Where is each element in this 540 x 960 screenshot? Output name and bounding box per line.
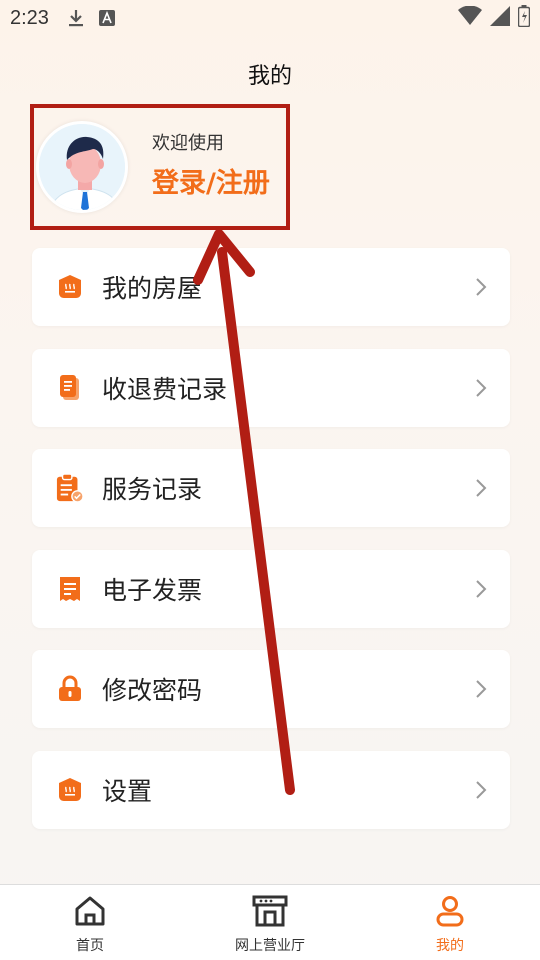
lock-icon (56, 674, 84, 704)
a-box-icon (98, 10, 115, 26)
page-title: 我的 (247, 64, 292, 89)
settings-house-icon (56, 775, 84, 805)
tab-label: 首页 (76, 938, 104, 954)
chevron-right-icon (474, 779, 488, 801)
bottom-tab-bar: 首页 网上营业厅 我的 (0, 884, 540, 960)
chevron-right-icon (474, 377, 488, 399)
annotation-highlight-box (30, 104, 290, 230)
home-icon (73, 895, 107, 931)
chevron-right-icon (474, 578, 488, 600)
signal-icon (490, 5, 510, 31)
menu-item-change-password[interactable]: 修改密码 (32, 650, 510, 728)
menu-item-service-records[interactable]: 服务记录 (32, 449, 510, 527)
tab-label: 我的 (436, 938, 464, 954)
store-icon (252, 895, 288, 931)
menu-list: 我的房屋 收退费记录 服务记录 电子发票 修改密码 设置 (32, 248, 510, 851)
invoice-icon (56, 574, 84, 604)
chevron-right-icon (474, 678, 488, 700)
chevron-right-icon (474, 477, 488, 499)
chevron-right-icon (474, 276, 488, 298)
menu-item-label: 修改密码 (102, 676, 203, 705)
menu-item-label: 设置 (102, 776, 153, 806)
tab-label: 网上营业厅 (235, 938, 305, 954)
menu-item-e-invoice[interactable]: 电子发票 (32, 549, 510, 628)
person-icon (435, 895, 465, 931)
menu-item-label: 电子发票 (102, 575, 203, 605)
download-icon (67, 8, 85, 28)
status-bar: 2:23 (0, 0, 540, 36)
clipboard-check-icon (56, 473, 84, 503)
wifi-icon (458, 5, 482, 31)
menu-item-label: 我的房屋 (102, 274, 203, 303)
menu-item-label: 服务记录 (102, 475, 203, 504)
tab-mine[interactable]: 我的 (360, 885, 540, 960)
menu-item-my-house[interactable]: 我的房屋 (32, 248, 510, 326)
house-icon (56, 272, 84, 302)
receipt-icon (56, 373, 84, 403)
tab-online-hall[interactable]: 网上营业厅 (180, 885, 360, 960)
menu-item-label: 收退费记录 (102, 374, 228, 404)
menu-item-fee-records[interactable]: 收退费记录 (32, 348, 510, 427)
status-time: 2:23 (10, 6, 49, 29)
menu-item-settings[interactable]: 设置 (32, 750, 510, 829)
tab-home[interactable]: 首页 (0, 885, 180, 960)
battery-icon (517, 4, 531, 32)
